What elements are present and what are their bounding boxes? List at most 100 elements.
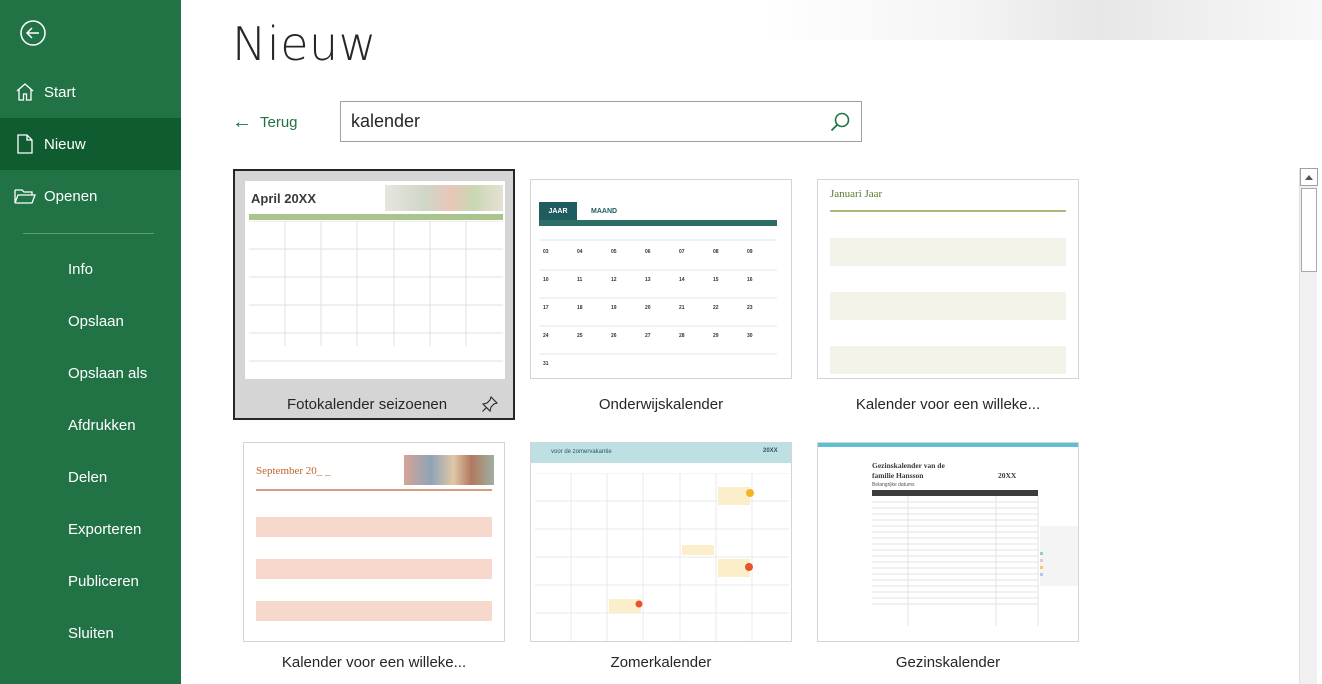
caret-up-icon [1305, 175, 1313, 180]
sidebar-divider [23, 233, 154, 234]
thumb-top-bar [818, 443, 1078, 447]
nav-nieuw-label: Nieuw [44, 135, 86, 153]
svg-text:15: 15 [713, 277, 719, 283]
svg-text:09: 09 [747, 249, 753, 255]
nav-delen[interactable]: Delen [0, 451, 181, 503]
scroll-thumb[interactable] [1301, 188, 1317, 272]
nav-start[interactable]: Start [0, 66, 181, 118]
template-caption: Fotokalender seizoenen [287, 396, 448, 413]
nav-afdrukken-label: Afdrukken [68, 416, 136, 434]
thumb-grid [249, 221, 503, 362]
template-thumbnail: voor de zomervakantie 20XX [530, 442, 792, 642]
thumb-heading-line1: Gezinskalender van de [872, 461, 945, 470]
template-card[interactable]: voor de zomervakantie 20XX Zomerkalender [520, 432, 802, 684]
template-caption: Gezinskalender [895, 654, 1001, 671]
template-thumbnail: Gezinskalender van de familie Hansson 20… [817, 442, 1079, 642]
template-caption: Onderwijskalender [598, 396, 724, 413]
svg-text:29: 29 [713, 333, 719, 339]
thumb-grid [535, 473, 789, 641]
thumb-band [830, 238, 1066, 266]
svg-text:10: 10 [543, 277, 549, 283]
scroll-up-button[interactable] [1300, 168, 1318, 186]
thumb-heading-line2: familie Hansson [872, 471, 924, 480]
nav-opslaan[interactable]: Opslaan [0, 295, 181, 347]
svg-text:31: 31 [543, 361, 549, 367]
nav-sluiten[interactable]: Sluiten [0, 607, 181, 659]
svg-text:21: 21 [679, 305, 685, 311]
nav-afdrukken[interactable]: Afdrukken [0, 399, 181, 451]
svg-text:17: 17 [543, 305, 549, 311]
backstage-sidebar: Start Nieuw Openen Info Opslaan Opslaan … [0, 0, 181, 684]
svg-text:06: 06 [645, 249, 651, 255]
template-caption: Kalender voor een willeke... [281, 654, 467, 671]
template-card[interactable]: April 20XX Fotokalender seizoenen [233, 169, 515, 420]
svg-text:20: 20 [645, 305, 651, 311]
svg-text:12: 12 [611, 277, 617, 283]
nav-publiceren[interactable]: Publiceren [0, 555, 181, 607]
back-link[interactable]: ← Terug [232, 112, 298, 132]
thumb-year-tab: JAAR [539, 202, 577, 220]
thumb-month-tab: MAAND [591, 208, 618, 215]
nav-opslaan-label: Opslaan [68, 312, 124, 330]
svg-text:04: 04 [577, 249, 583, 255]
thumb-heading: Januari Jaar [830, 188, 883, 200]
template-search-box[interactable] [340, 101, 862, 142]
template-caption: Kalender voor een willeke... [855, 396, 1041, 413]
nav-delen-label: Delen [68, 468, 108, 486]
template-thumbnail: JAAR MAAND 03 04 05 06 07 08 09 10 11 12 13 14 15 16… [530, 179, 792, 379]
svg-text:03: 03 [543, 249, 549, 255]
thumb-grid: 03 04 05 06 07 08 09 10 11 12 13 14 15 16 17 18 19 20 21… [539, 239, 777, 367]
svg-text:27: 27 [645, 333, 651, 339]
thumb-photo-strip [385, 185, 503, 211]
template-card[interactable]: JAAR MAAND 03 04 05 06 07 08 09 10 11 12 13 14 15 16… [520, 169, 802, 420]
back-circle-arrow-icon[interactable] [18, 18, 48, 48]
nav-nieuw[interactable]: Nieuw [0, 118, 181, 170]
svg-text:30: 30 [747, 333, 753, 339]
nav-info-label: Info [68, 260, 94, 278]
nav-info[interactable]: Info [0, 243, 181, 295]
thumb-rule [830, 210, 1066, 212]
thumb-rule [256, 489, 492, 491]
thumb-illustration [404, 455, 494, 485]
svg-text:25: 25 [577, 333, 583, 339]
thumb-subheading: Belangrijke datums [872, 482, 915, 488]
nav-exporteren[interactable]: Exporteren [0, 503, 181, 555]
template-card[interactable]: Januari Jaar Kalender voor een willeke..… [807, 169, 1089, 420]
open-folder-icon [0, 187, 44, 205]
arrow-left-icon: ← [232, 111, 252, 133]
template-card[interactable]: Gezinskalender van de familie Hansson 20… [807, 432, 1089, 684]
thumb-banner-text: voor de zomervakantie [551, 449, 612, 455]
thumb-band [256, 601, 492, 621]
svg-text:08: 08 [713, 249, 719, 255]
nav-opslaan-als[interactable]: Opslaan als [0, 347, 181, 399]
nav-openen-label: Openen [44, 187, 98, 205]
svg-text:16: 16 [747, 277, 753, 283]
template-thumbnail: Januari Jaar [817, 179, 1079, 379]
thumb-year: 20XX [763, 448, 778, 454]
svg-text:14: 14 [679, 277, 685, 283]
page-title: Nieuw [232, 17, 377, 71]
new-document-icon [0, 134, 44, 154]
thumb-table [872, 496, 1078, 626]
svg-text:11: 11 [577, 277, 583, 283]
thumb-band [256, 517, 492, 537]
svg-text:24: 24 [543, 333, 549, 339]
pin-icon[interactable] [481, 395, 499, 413]
svg-text:07: 07 [679, 249, 685, 255]
nav-sluiten-label: Sluiten [68, 624, 114, 642]
thumb-heading: April 20XX [251, 191, 317, 206]
home-icon [0, 82, 44, 102]
template-card[interactable]: September 20_ _ Kalender voor een willek… [233, 432, 515, 684]
search-input[interactable] [351, 111, 811, 132]
thumb-heading: September 20_ _ [256, 465, 331, 477]
search-icon[interactable] [829, 111, 851, 133]
back-link-label: Terug [260, 113, 298, 131]
svg-text:05: 05 [611, 249, 617, 255]
svg-text:18: 18 [577, 305, 583, 311]
vertical-scrollbar[interactable] [1299, 168, 1318, 684]
thumb-year: 20XX [998, 471, 1017, 480]
svg-text:13: 13 [645, 277, 651, 283]
svg-text:26: 26 [611, 333, 617, 339]
svg-text:22: 22 [713, 305, 719, 311]
nav-openen[interactable]: Openen [0, 170, 181, 222]
